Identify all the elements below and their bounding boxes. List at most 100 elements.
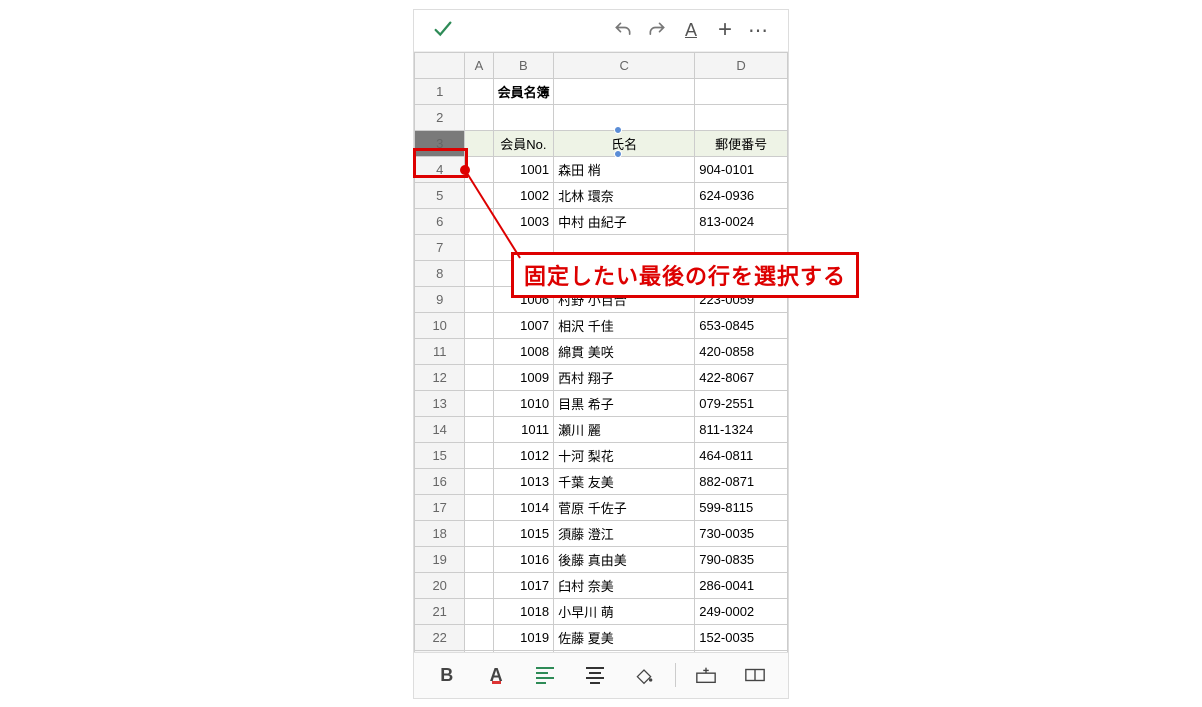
row-header-4[interactable]: 4 xyxy=(415,156,465,182)
cell-A15[interactable] xyxy=(465,442,493,468)
cell-B13[interactable]: 1010 xyxy=(493,390,553,416)
selection-handle[interactable] xyxy=(614,126,622,134)
row-header-19[interactable]: 19 xyxy=(415,546,465,572)
row-header-10[interactable]: 10 xyxy=(415,312,465,338)
cell-D20[interactable]: 286-0041 xyxy=(695,572,788,598)
row-header-15[interactable]: 15 xyxy=(415,442,465,468)
cell-A11[interactable] xyxy=(465,338,493,364)
cell-D16[interactable]: 882-0871 xyxy=(695,468,788,494)
row-2[interactable]: 2 xyxy=(415,104,788,130)
cell-D17[interactable]: 599-8115 xyxy=(695,494,788,520)
font-format-button[interactable]: A xyxy=(674,13,708,47)
cell-A14[interactable] xyxy=(465,416,493,442)
row-21[interactable]: 211018小早川 萌249-0002 xyxy=(415,598,788,624)
cell-B11[interactable]: 1008 xyxy=(493,338,553,364)
row-1[interactable]: 1会員名簿 xyxy=(415,78,788,104)
row-header-12[interactable]: 12 xyxy=(415,364,465,390)
redo-button[interactable] xyxy=(640,13,674,47)
cell-C11[interactable]: 綿貫 美咲 xyxy=(554,338,695,364)
cell-B12[interactable]: 1009 xyxy=(493,364,553,390)
selection-handle[interactable] xyxy=(614,150,622,158)
row-17[interactable]: 171014菅原 千佐子599-8115 xyxy=(415,494,788,520)
cell-B4[interactable]: 1001 xyxy=(493,156,553,182)
cell-B6[interactable]: 1003 xyxy=(493,208,553,234)
cell-C17[interactable]: 菅原 千佐子 xyxy=(554,494,695,520)
cell-C10[interactable]: 相沢 千佳 xyxy=(554,312,695,338)
fill-color-button[interactable] xyxy=(625,656,663,694)
cell-A19[interactable] xyxy=(465,546,493,572)
row-18[interactable]: 18 1015須藤 澄江730-0035 xyxy=(415,520,788,546)
row-header-11[interactable]: 11 xyxy=(415,338,465,364)
row-header-22[interactable]: 22 xyxy=(415,624,465,650)
align-left-button[interactable] xyxy=(526,656,564,694)
cell-A21[interactable] xyxy=(465,598,493,624)
row-header-8[interactable]: 8 xyxy=(415,260,465,286)
row-19[interactable]: 191016後藤 真由美790-0835 xyxy=(415,546,788,572)
cell-D1[interactable] xyxy=(695,78,788,104)
col-header-D[interactable]: D xyxy=(695,52,788,78)
cell-D2[interactable] xyxy=(695,104,788,130)
cell-B21[interactable]: 1018 xyxy=(493,598,553,624)
col-header-B[interactable]: B xyxy=(493,52,553,78)
cell-D5[interactable]: 624-0936 xyxy=(695,182,788,208)
cell-A22[interactable] xyxy=(465,624,493,650)
cell-A12[interactable] xyxy=(465,364,493,390)
cell-A2[interactable] xyxy=(465,104,493,130)
row-22[interactable]: 221019佐藤 夏美152-0035 xyxy=(415,624,788,650)
cell-D18[interactable]: 730-0035 xyxy=(695,520,788,546)
row-16[interactable]: 161013千葉 友美882-0871 xyxy=(415,468,788,494)
row-header-14[interactable]: 14 xyxy=(415,416,465,442)
cell-D3[interactable]: 郵便番号 xyxy=(695,130,788,156)
row-header-7[interactable]: 7 xyxy=(415,234,465,260)
bold-button[interactable]: B xyxy=(428,656,466,694)
cell-A7[interactable] xyxy=(465,234,493,260)
insert-button[interactable]: + xyxy=(708,13,742,47)
cell-C21[interactable]: 小早川 萌 xyxy=(554,598,695,624)
row-11[interactable]: 11 1008綿貫 美咲420-0858 xyxy=(415,338,788,364)
row-4[interactable]: 41001森田 梢904-0101 xyxy=(415,156,788,182)
row-header-1[interactable]: 1 xyxy=(415,78,465,104)
row-header-20[interactable]: 20 xyxy=(415,572,465,598)
cell-D11[interactable]: 420-0858 xyxy=(695,338,788,364)
cell-A20[interactable] xyxy=(465,572,493,598)
cell-C16[interactable]: 千葉 友美 xyxy=(554,468,695,494)
font-color-button[interactable]: A xyxy=(477,656,515,694)
cell-B3[interactable]: 会員No. xyxy=(493,130,553,156)
corner-cell[interactable] xyxy=(415,52,465,78)
row-13[interactable]: 131010目黒 希子079-2551 xyxy=(415,390,788,416)
col-header-A[interactable]: A xyxy=(465,52,493,78)
cell-C3[interactable]: 氏名 xyxy=(554,130,695,156)
cell-D10[interactable]: 653-0845 xyxy=(695,312,788,338)
row-header-21[interactable]: 21 xyxy=(415,598,465,624)
cell-D22[interactable]: 152-0035 xyxy=(695,624,788,650)
cell-A13[interactable] xyxy=(465,390,493,416)
row-header-2[interactable]: 2 xyxy=(415,104,465,130)
row-3[interactable]: 3会員No.氏名郵便番号 xyxy=(415,130,788,156)
cell-D12[interactable]: 422-8067 xyxy=(695,364,788,390)
cell-B18[interactable]: 1015 xyxy=(493,520,553,546)
cell-C2[interactable] xyxy=(554,104,695,130)
cell-B2[interactable] xyxy=(493,104,553,130)
cell-C18[interactable]: 須藤 澄江 xyxy=(554,520,695,546)
sheet-grid[interactable]: A B C D 1会員名簿23会員No.氏名郵便番号41001森田 梢904-0… xyxy=(414,52,788,652)
cell-D13[interactable]: 079-2551 xyxy=(695,390,788,416)
row-5[interactable]: 51002北林 環奈624-0936 xyxy=(415,182,788,208)
row-header-6[interactable]: 6 xyxy=(415,208,465,234)
cell-B19[interactable]: 1016 xyxy=(493,546,553,572)
cell-D19[interactable]: 790-0835 xyxy=(695,546,788,572)
cell-B22[interactable]: 1019 xyxy=(493,624,553,650)
more-button[interactable]: ⋯ xyxy=(742,13,776,47)
row-15[interactable]: 151012十河 梨花464-0811 xyxy=(415,442,788,468)
undo-button[interactable] xyxy=(606,13,640,47)
cell-D6[interactable]: 813-0024 xyxy=(695,208,788,234)
cell-D14[interactable]: 811-1324 xyxy=(695,416,788,442)
row-20[interactable]: 201017臼村 奈美286-0041 xyxy=(415,572,788,598)
row-header-17[interactable]: 17 xyxy=(415,494,465,520)
cell-D15[interactable]: 464-0811 xyxy=(695,442,788,468)
cell-A18[interactable] xyxy=(465,520,493,546)
cell-C1[interactable] xyxy=(554,78,695,104)
col-header-C[interactable]: C xyxy=(554,52,695,78)
column-header-row[interactable]: A B C D xyxy=(415,52,788,78)
row-header-18[interactable]: 18 xyxy=(415,520,465,546)
cell-C15[interactable]: 十河 梨花 xyxy=(554,442,695,468)
